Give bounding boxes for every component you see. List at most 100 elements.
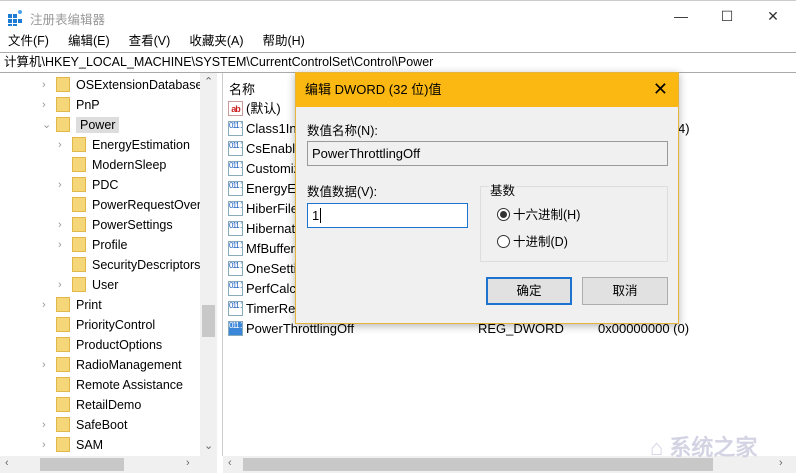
scroll-right-arrow-icon[interactable]: › xyxy=(186,457,190,469)
radio-dec-label: 十进制(D) xyxy=(513,235,568,249)
folder-icon xyxy=(56,397,70,412)
tree-item[interactable]: › PowerSettings xyxy=(58,215,173,235)
column-header-name[interactable]: 名称 xyxy=(229,79,255,98)
folder-icon xyxy=(56,337,70,352)
maximize-button[interactable]: ☐ xyxy=(704,1,750,33)
value-name: Class1In xyxy=(246,121,297,136)
menu-favorites[interactable]: 收藏夹(A) xyxy=(189,32,243,52)
tree-item-label: EnergyEstimation xyxy=(92,138,190,152)
address-bar[interactable]: 计算机\HKEY_LOCAL_MACHINE\SYSTEM\CurrentCon… xyxy=(0,52,796,73)
tree-item[interactable]: › Print xyxy=(42,295,102,315)
scroll-left-arrow-icon[interactable]: ‹ xyxy=(228,457,232,469)
dword-value-icon: 011 110 xyxy=(228,281,243,296)
tree-item[interactable]: › SafeBoot xyxy=(42,415,128,435)
value-name: CsEnable xyxy=(246,141,303,156)
expand-chevron-icon[interactable]: › xyxy=(58,215,68,235)
tree-item[interactable]: › SAM xyxy=(42,435,103,455)
expand-chevron-icon[interactable]: › xyxy=(58,275,68,295)
scroll-up-arrow-icon[interactable]: ⌃ xyxy=(204,75,213,88)
dword-value-icon: 011 110 xyxy=(228,181,243,196)
folder-icon xyxy=(56,317,70,332)
dword-value-icon: 011 110 xyxy=(228,141,243,156)
tree-item[interactable]: › OSExtensionDatabase xyxy=(42,75,203,95)
tree-item[interactable]: ⌄ Power xyxy=(42,115,120,135)
value-name: OneSetti xyxy=(246,261,297,276)
expand-chevron-icon[interactable]: › xyxy=(58,235,68,255)
tree-scroll-thumb[interactable] xyxy=(202,305,215,337)
folder-icon xyxy=(72,197,86,212)
tree-vertical-scrollbar[interactable]: ⌃ ⌄ xyxy=(200,73,217,456)
tree-item[interactable]: › PnP xyxy=(42,95,100,115)
value-name: HiberFile xyxy=(246,201,299,216)
tree-item-label: RetailDemo xyxy=(76,398,142,412)
tree-item-label: OSExtensionDatabase xyxy=(76,78,203,92)
radio-hexadecimal[interactable]: 十六进制(H) xyxy=(497,207,580,223)
tree-item[interactable]: PriorityControl xyxy=(56,315,155,335)
menu-help[interactable]: 帮助(H) xyxy=(262,32,304,52)
dword-value-icon: 011 110 xyxy=(228,241,243,256)
base-group-label: 基数 xyxy=(489,180,517,199)
value-name: (默认) xyxy=(246,101,281,116)
tree-item[interactable]: RetailDemo xyxy=(56,395,141,415)
value-data-input[interactable]: 1 xyxy=(307,203,468,228)
tree-horizontal-scrollbar[interactable]: ‹ › xyxy=(0,456,217,473)
radio-selected-icon xyxy=(497,208,510,221)
tree-item[interactable]: SecurityDescriptors xyxy=(72,255,200,275)
expand-chevron-icon[interactable]: › xyxy=(42,295,52,315)
expand-chevron-icon[interactable]: › xyxy=(42,95,52,115)
expand-chevron-icon[interactable]: › xyxy=(42,435,52,455)
text-cursor xyxy=(320,208,322,223)
regedit-app-icon xyxy=(8,10,24,26)
minimize-button[interactable]: — xyxy=(658,1,704,33)
dialog-close-icon[interactable]: ✕ xyxy=(653,78,668,100)
value-name: EnergyEs xyxy=(246,181,303,196)
scroll-right-arrow-icon[interactable]: › xyxy=(779,457,783,469)
tree-item-label: PriorityControl xyxy=(76,318,156,332)
expand-chevron-icon[interactable]: › xyxy=(58,135,68,155)
tree-item-label: SafeBoot xyxy=(76,418,128,432)
tree-item[interactable]: Remote Assistance xyxy=(56,375,183,395)
tree-item[interactable]: › EnergyEstimation xyxy=(58,135,190,155)
tree-item[interactable]: › User xyxy=(58,275,119,295)
tree-item[interactable]: › PDC xyxy=(58,175,119,195)
folder-icon xyxy=(72,137,86,152)
tree-item[interactable]: ModernSleep xyxy=(72,155,166,175)
scroll-down-arrow-icon[interactable]: ⌄ xyxy=(204,439,213,452)
folder-icon xyxy=(56,117,70,132)
collapse-chevron-icon[interactable]: ⌄ xyxy=(42,115,52,135)
value-name-field[interactable]: PowerThrottlingOff xyxy=(307,141,668,166)
expand-chevron-icon[interactable]: › xyxy=(42,75,52,95)
radio-unselected-icon xyxy=(497,235,510,248)
dword-value-icon: 011 110 xyxy=(228,301,243,316)
folder-icon xyxy=(72,277,86,292)
radio-decimal[interactable]: 十进制(D) xyxy=(497,234,568,250)
watermark-logo: ⌂ 系统之家 xyxy=(650,435,758,460)
values-hscroll-thumb[interactable] xyxy=(243,458,713,471)
tree-item[interactable]: ProductOptions xyxy=(56,335,162,355)
expand-chevron-icon[interactable]: › xyxy=(58,175,68,195)
tree-hscroll-thumb[interactable] xyxy=(40,458,124,471)
value-data-text: 1 xyxy=(312,208,320,223)
folder-icon xyxy=(56,297,70,312)
expand-chevron-icon[interactable]: › xyxy=(42,415,52,435)
value-name: Customiz xyxy=(246,161,301,176)
tree-item[interactable]: PowerRequestOverride xyxy=(72,195,216,215)
menu-view[interactable]: 查看(V) xyxy=(129,32,171,52)
dword-value-icon: 011 110 xyxy=(228,161,243,176)
scroll-left-arrow-icon[interactable]: ‹ xyxy=(5,457,9,469)
window-title: 注册表编辑器 xyxy=(30,13,106,27)
radio-hex-label: 十六进制(H) xyxy=(513,208,581,222)
tree-item[interactable]: › Profile xyxy=(58,235,127,255)
dialog-title: 编辑 DWORD (32 位)值 xyxy=(296,73,678,107)
tree-item-label: PDC xyxy=(92,178,119,192)
expand-chevron-icon[interactable]: › xyxy=(42,355,52,375)
cancel-button[interactable]: 取消 xyxy=(582,277,668,305)
menu-edit[interactable]: 编辑(E) xyxy=(68,32,110,52)
menu-file[interactable]: 文件(F) xyxy=(8,32,49,52)
string-value-icon: ab xyxy=(228,101,243,116)
folder-icon xyxy=(56,417,70,432)
tree-item-label: User xyxy=(92,278,119,292)
ok-button[interactable]: 确定 xyxy=(486,277,572,305)
close-button[interactable]: ✕ xyxy=(750,1,796,33)
tree-item[interactable]: › RadioManagement xyxy=(42,355,182,375)
